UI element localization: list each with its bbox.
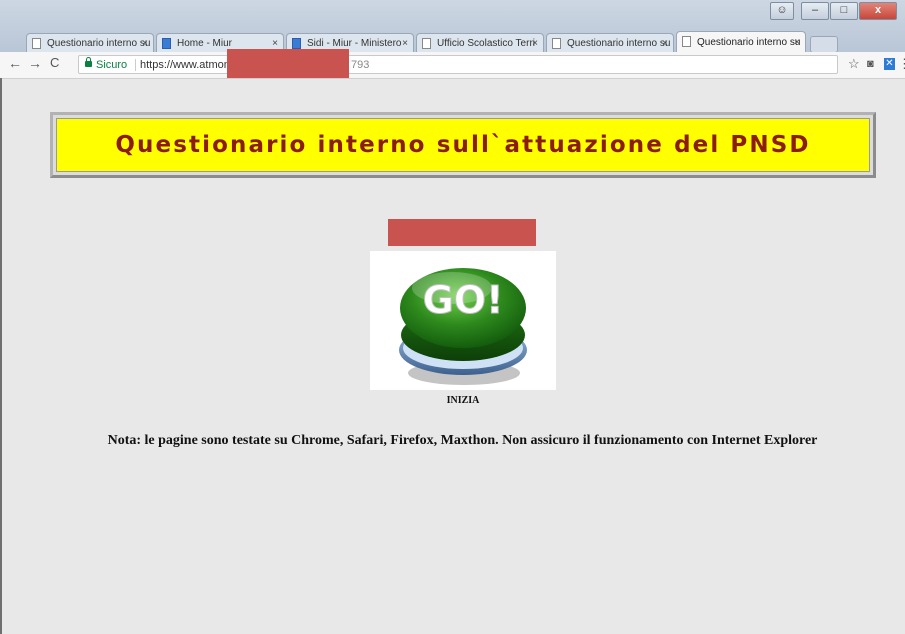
tab-questionario-active[interactable]: Questionario interno su × [676,31,806,53]
go-button[interactable]: GO! [370,251,556,390]
go-button-text: GO! [423,278,504,322]
back-arrow-icon[interactable]: ← [8,55,22,71]
miur-favicon-icon [292,38,301,49]
browser-toolbar: ← → C Sicuro https://www.atmonz 793 ☆ ◙ … [0,49,905,79]
tab-title: Home - Miur [177,38,233,49]
tab-ufficio-scolastico[interactable]: Ufficio Scolastico Terri × [416,33,544,53]
window-controls: ☺ – □ x [769,2,897,20]
camera-icon[interactable]: ◙ [867,58,874,70]
compatibility-note: Nota: le pagine sono testate su Chrome, … [107,433,818,448]
reload-icon[interactable]: C [50,55,59,70]
tab-title: Questionario interno su [697,37,801,48]
address-separator [135,59,136,71]
go-button-icon[interactable]: GO! [370,251,556,390]
new-tab-button[interactable] [810,36,838,53]
url-text-end: 793 [351,59,370,71]
minimize-button[interactable]: – [801,2,829,20]
lock-icon [85,57,92,67]
tab-title: Questionario interno su [567,38,671,49]
secure-label: Sicuro [96,59,128,71]
tab-title: Questionario interno su [47,38,151,49]
page-title: Questionario interno sull`attuazione del… [115,132,811,158]
page-icon [682,36,691,47]
miur-favicon-icon [162,38,171,49]
tab-close-icon[interactable]: × [532,34,538,53]
page-icon [32,38,41,49]
tab-close-icon[interactable]: × [662,34,668,53]
tab-questionario-1[interactable]: Questionario interno su × [26,33,154,53]
page-icon [422,38,431,49]
start-label[interactable]: INIZIA [370,395,556,406]
menu-icon[interactable]: ⋮ [898,56,905,72]
tab-title: Ufficio Scolastico Terri [437,38,535,49]
url-text-start: https://www.atmonz [140,59,236,71]
user-profile-icon[interactable]: ☺ [770,2,794,20]
forward-arrow-icon[interactable]: → [28,55,42,71]
tab-close-icon[interactable]: × [794,32,800,53]
maximize-button[interactable]: □ [830,2,858,20]
tab-close-icon[interactable]: × [402,34,408,53]
redaction-block [388,219,536,246]
extension-icon[interactable]: ✕ [884,58,895,70]
title-banner: Questionario interno sull`attuazione del… [50,112,876,178]
tab-strip: Questionario interno su × Home - Miur × … [0,27,905,53]
close-window-button[interactable]: x [859,2,897,20]
address-bar[interactable]: Sicuro https://www.atmonz 793 [78,49,838,78]
window-left-border [0,78,2,634]
title-banner-inner: Questionario interno sull`attuazione del… [56,118,870,172]
star-icon[interactable]: ☆ [848,56,860,72]
redaction-block [227,49,349,78]
tab-close-icon[interactable]: × [142,34,148,53]
tab-questionario-2[interactable]: Questionario interno su × [546,33,674,53]
tab-title: Sidi - Miur - Ministero [307,38,402,49]
page-icon [552,38,561,49]
